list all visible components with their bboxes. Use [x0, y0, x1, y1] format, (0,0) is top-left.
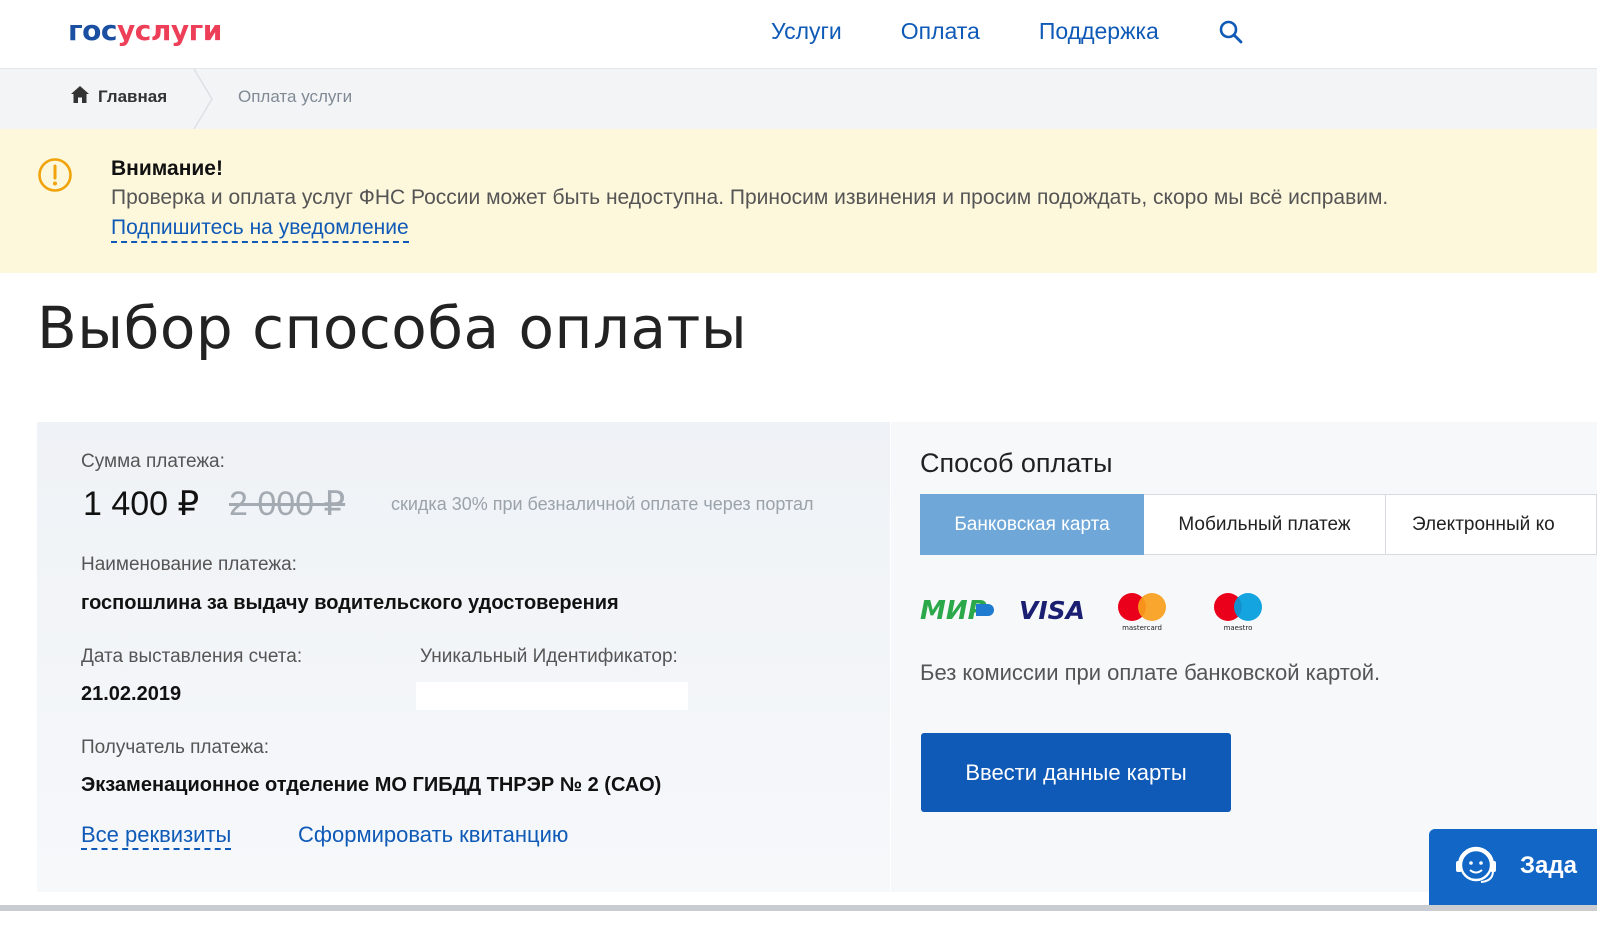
- warning-icon: [37, 157, 73, 198]
- alert-title: Внимание!: [111, 157, 223, 180]
- subscribe-notification-link[interactable]: Подпишитесь на уведомление: [111, 216, 409, 243]
- payment-amount-old: 2 000 ₽: [229, 485, 346, 523]
- unique-id-masked: [416, 682, 688, 710]
- payment-name: госпошлина за выдачу водительского удост…: [81, 592, 619, 614]
- no-fee-note: Без комиссии при оплате банковской карто…: [920, 660, 1381, 685]
- search-icon[interactable]: [1218, 19, 1244, 45]
- mir-logo: МИР: [920, 596, 994, 626]
- mastercard-logo: mastercard: [1118, 593, 1166, 632]
- nav-services-link[interactable]: Услуги: [771, 18, 842, 45]
- all-details-link[interactable]: Все реквизиты: [81, 822, 232, 850]
- visa-logo-text: VISA: [1019, 596, 1085, 625]
- support-operator-icon: [1451, 841, 1501, 896]
- logo-part2: услуги: [116, 14, 222, 47]
- payment-amount: 1 400 ₽: [83, 485, 200, 523]
- card-logos: МИР VISA mastercard maestro: [920, 593, 1262, 632]
- nav-payment-link[interactable]: Оплата: [901, 18, 980, 45]
- page-title: Выбор способа оплаты: [37, 294, 748, 362]
- invoice-date-label: Дата выставления счета:: [81, 646, 303, 667]
- breadcrumb: Главная Оплата услуги: [0, 69, 1597, 129]
- unique-id-label: Уникальный Идентификатор:: [420, 646, 678, 667]
- maestro-logo: maestro: [1214, 593, 1262, 632]
- visa-logo: VISA: [1019, 596, 1085, 625]
- payment-name-label: Наименование платежа:: [81, 554, 297, 575]
- recipient-label: Получатель платежа:: [81, 737, 270, 758]
- enter-card-details-button[interactable]: Ввести данные карты: [921, 733, 1231, 812]
- maestro-logo-text: maestro: [1224, 624, 1253, 632]
- alert-text: Проверка и оплата услуг ФНС России может…: [111, 186, 1389, 209]
- breadcrumb-separator: [193, 69, 213, 129]
- breadcrumb-home-label: Главная: [98, 87, 168, 106]
- payment-method-tabs: Банковская карта Мобильный платеж Электр…: [920, 494, 1597, 555]
- invoice-date: 21.02.2019: [81, 683, 182, 705]
- gosuslugi-logo[interactable]: госуслуги: [68, 14, 222, 47]
- generate-receipt-link[interactable]: Сформировать квитанцию: [298, 822, 568, 848]
- tab-bank-card[interactable]: Банковская карта: [920, 494, 1144, 555]
- tab-electronic-wallet[interactable]: Электронный ко: [1386, 494, 1597, 555]
- support-chat-widget[interactable]: Зада: [1429, 829, 1597, 905]
- top-header: госуслуги Услуги Оплата Поддержка: [0, 0, 1597, 69]
- discount-note: скидка 30% при безналичной оплате через …: [391, 494, 814, 514]
- mastercard-logo-text: mastercard: [1122, 624, 1162, 632]
- page-bottom-edge: [0, 905, 1597, 931]
- amount-label: Сумма платежа:: [81, 451, 225, 472]
- main-nav: Услуги Оплата Поддержка: [771, 18, 1244, 45]
- home-icon: [70, 85, 90, 109]
- nav-support-link[interactable]: Поддержка: [1039, 18, 1159, 45]
- tab-mobile-payment[interactable]: Мобильный платеж: [1144, 494, 1386, 555]
- support-label: Зада: [1520, 852, 1577, 879]
- breadcrumb-home[interactable]: Главная: [70, 85, 167, 109]
- recipient-name: Экзаменационное отделение МО ГИБДД ТНРЭР…: [81, 774, 662, 796]
- payment-method-panel: [891, 422, 1597, 892]
- payment-method-title: Способ оплаты: [920, 448, 1113, 478]
- breadcrumb-current: Оплата услуги: [238, 87, 353, 106]
- logo-part1: гос: [68, 14, 117, 47]
